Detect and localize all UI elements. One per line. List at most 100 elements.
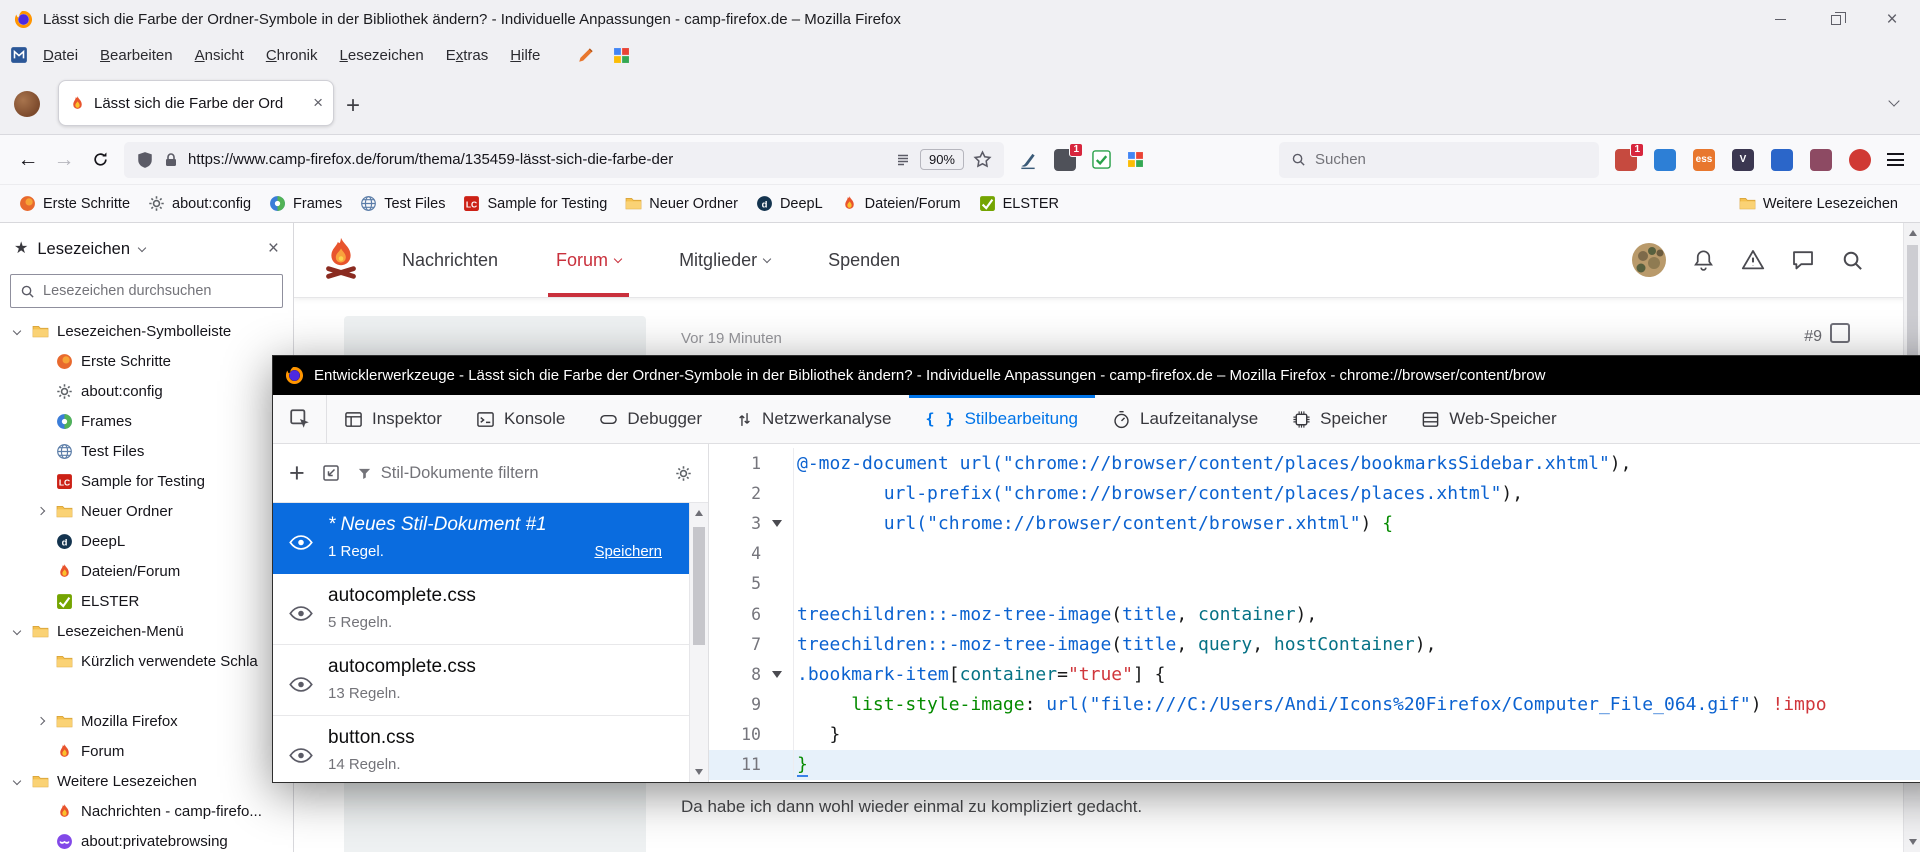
user-avatar[interactable] xyxy=(1632,243,1666,277)
tree-item[interactable]: about:privatebrowsing xyxy=(0,826,293,852)
code-line[interactable]: 9 list-style-image: url("file:///C:/User… xyxy=(709,690,1920,720)
bookmark-item[interactable]: about:config xyxy=(139,195,260,212)
back-button[interactable]: ← xyxy=(10,142,46,178)
forum-nav-mitglieder[interactable]: Mitglieder xyxy=(679,223,770,297)
close-button[interactable]: × xyxy=(1864,0,1920,39)
stylesheet-entry[interactable]: * Neues Stil-Dokument #11 Regel.Speicher… xyxy=(273,503,708,574)
menu-datei[interactable]: Datei xyxy=(32,47,89,64)
badge-extension-icon[interactable]: 1 xyxy=(1054,149,1076,171)
menu-extras[interactable]: Extras xyxy=(435,47,500,64)
visibility-eye-icon[interactable] xyxy=(289,592,313,634)
sidebar-title[interactable]: Lesezeichen xyxy=(37,240,130,259)
menu-bearbeiten[interactable]: Bearbeiten xyxy=(89,47,184,64)
bookmark-item[interactable]: Test Files xyxy=(351,195,454,212)
reload-button[interactable] xyxy=(82,142,118,178)
menu-lesezeichen[interactable]: Lesezeichen xyxy=(329,47,435,64)
extension-6-icon[interactable] xyxy=(1810,149,1832,171)
visibility-eye-icon[interactable] xyxy=(289,521,313,563)
restore-button[interactable] xyxy=(1808,0,1864,39)
fold-arrow-icon[interactable] xyxy=(761,508,794,538)
forum-nav-nachrichten[interactable]: Nachrichten xyxy=(402,223,498,297)
bookmark-item[interactable]: Dateien/Forum xyxy=(832,195,970,212)
stylesheet-entry[interactable]: button.css14 Regeln. xyxy=(273,716,708,782)
tree-item[interactable]: Forum xyxy=(0,736,293,766)
extension-1-icon[interactable]: 1 xyxy=(1615,149,1637,171)
forum-nav-spenden[interactable]: Spenden xyxy=(828,223,900,297)
menu-chronik[interactable]: Chronik xyxy=(255,47,329,64)
code-line[interactable]: 1@-moz-document url("chrome://browser/co… xyxy=(709,448,1920,478)
tree-item[interactable]: dDeepL xyxy=(0,526,293,556)
code-line[interactable]: 10 } xyxy=(709,720,1920,750)
tree-item[interactable]: LCSample for Testing xyxy=(0,466,293,496)
tree-item[interactable]: Weitere Lesezeichen xyxy=(0,766,293,796)
extension-4-icon[interactable]: V xyxy=(1732,149,1754,171)
devtools-tab-konsole[interactable]: Konsole xyxy=(459,395,582,443)
code-line[interactable]: 11} xyxy=(709,750,1920,780)
code-line[interactable]: 7treechildren::-moz-tree-image(title, qu… xyxy=(709,629,1920,659)
extension-5-icon[interactable] xyxy=(1771,149,1793,171)
devtools-tab-inspektor[interactable]: Inspektor xyxy=(327,395,459,443)
tree-item[interactable]: Neuer Ordner xyxy=(0,496,293,526)
code-line[interactable]: 6treechildren::-moz-tree-image(title, co… xyxy=(709,599,1920,629)
search-bar[interactable]: Suchen xyxy=(1279,142,1599,178)
extension-7-icon[interactable] xyxy=(1849,149,1871,171)
tree-item[interactable]: Frames xyxy=(0,406,293,436)
stylesheet-entry[interactable]: autocomplete.css5 Regeln. xyxy=(273,574,708,645)
css-code-editor[interactable]: 1@-moz-document url("chrome://browser/co… xyxy=(709,444,1920,782)
code-line[interactable]: 8.bookmark-item[container="true"] { xyxy=(709,659,1920,689)
bookmark-item[interactable]: dDeepL xyxy=(747,195,832,212)
extension-3-icon[interactable]: ess xyxy=(1693,149,1715,171)
tree-item[interactable]: Lesezeichen-Menü xyxy=(0,616,293,646)
bell-icon[interactable] xyxy=(1692,249,1715,272)
sidebar-switcher-chevron-icon[interactable] xyxy=(138,243,146,251)
warning-icon[interactable] xyxy=(1741,248,1765,272)
other-bookmarks-folder[interactable]: Weitere Lesezeichen xyxy=(1739,195,1910,212)
active-tab[interactable]: Lässt sich die Farbe der Ord × xyxy=(58,80,334,126)
stylesheet-entry[interactable]: autocomplete.css13 Regeln. xyxy=(273,645,708,716)
visibility-eye-icon[interactable] xyxy=(289,663,313,705)
devtools-tab-stilbearbeitung[interactable]: { }Stilbearbeitung xyxy=(909,395,1096,443)
post-number[interactable]: #9 xyxy=(1804,328,1822,346)
twisty-open-icon[interactable] xyxy=(10,628,24,634)
twisty-closed-icon[interactable] xyxy=(34,718,48,724)
reader-mode-icon[interactable] xyxy=(895,152,911,168)
tree-item[interactable]: Mozilla Firefox xyxy=(0,706,293,736)
code-line[interactable]: 3 url("chrome://browser/content/browser.… xyxy=(709,508,1920,538)
new-tab-button[interactable]: + xyxy=(346,94,360,118)
twisty-open-icon[interactable] xyxy=(10,778,24,784)
lock-icon[interactable] xyxy=(163,152,179,168)
post-select-checkbox[interactable] xyxy=(1830,323,1850,343)
new-stylesheet-button[interactable]: + xyxy=(289,460,305,487)
scroll-down-icon[interactable] xyxy=(695,769,703,775)
grid-extension-icon[interactable] xyxy=(1127,151,1144,168)
tree-item[interactable]: Erste Schritte xyxy=(0,346,293,376)
save-link[interactable]: Speichern xyxy=(594,543,662,560)
scroll-up-icon[interactable] xyxy=(695,510,703,516)
search-icon[interactable] xyxy=(1841,249,1864,272)
zoom-level-badge[interactable]: 90% xyxy=(920,149,964,170)
bookmark-item[interactable]: Frames xyxy=(260,195,351,212)
code-line[interactable]: 2 url-prefix("chrome://browser/content/p… xyxy=(709,478,1920,508)
devtools-tab-laufzeitanalyse[interactable]: Laufzeitanalyse xyxy=(1095,395,1275,443)
tree-item[interactable]: Test Files xyxy=(0,436,293,466)
tree-item[interactable]: ELSTER xyxy=(0,586,293,616)
gear-icon[interactable] xyxy=(675,465,692,482)
scroll-down-icon[interactable] xyxy=(1909,839,1917,845)
pick-element-button[interactable] xyxy=(273,395,327,443)
tree-item[interactable]: Kürzlich verwendete Schla xyxy=(0,646,293,676)
scroll-up-icon[interactable] xyxy=(1909,230,1917,236)
stylesheet-filter-input[interactable]: Stil-Dokumente filtern xyxy=(357,464,659,483)
extension-2-icon[interactable] xyxy=(1654,149,1676,171)
screenshot-grid-icon[interactable] xyxy=(613,47,630,64)
code-line[interactable]: 4 xyxy=(709,539,1920,569)
devtools-tab-web-speicher[interactable]: Web-Speicher xyxy=(1404,395,1573,443)
forum-nav-forum[interactable]: Forum xyxy=(556,223,621,297)
devtools-tab-netzwerkanalyse[interactable]: Netzwerkanalyse xyxy=(719,395,908,443)
bookmark-item[interactable]: Erste Schritte xyxy=(10,195,139,212)
shield-icon[interactable] xyxy=(136,151,154,169)
sidebar-close-icon[interactable]: × xyxy=(268,238,279,260)
menu-hilfe[interactable]: Hilfe xyxy=(499,47,551,64)
visibility-eye-icon[interactable] xyxy=(289,734,313,776)
sidebar-search-input[interactable]: Lesezeichen durchsuchen xyxy=(10,274,283,308)
url-bar[interactable]: https://www.camp-firefox.de/forum/thema/… xyxy=(124,142,1004,178)
